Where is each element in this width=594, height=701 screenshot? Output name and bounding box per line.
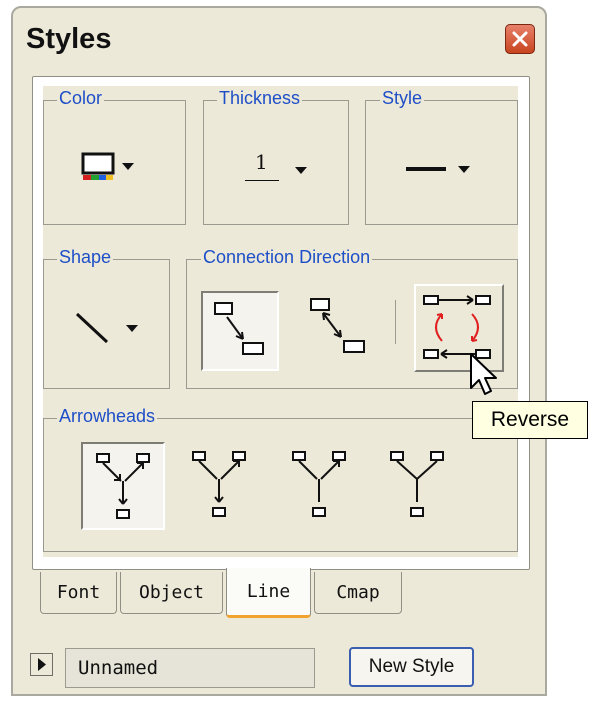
triangle-right-icon	[38, 658, 46, 671]
style-name-field[interactable]: Unnamed	[65, 648, 315, 688]
thickness-underline	[245, 180, 279, 181]
direction-forward-icon	[214, 302, 264, 355]
arrowhead-target-only-button[interactable]	[179, 442, 263, 530]
close-button[interactable]	[505, 24, 535, 54]
triangle-down-icon	[295, 167, 307, 174]
title-bar: Styles	[13, 8, 545, 72]
separator	[395, 300, 396, 344]
solid-line-icon	[406, 167, 446, 171]
window-title: Styles	[26, 23, 112, 55]
connection-direction-group-label: Connection Direction	[201, 247, 373, 268]
tab-cmap[interactable]: Cmap	[314, 572, 402, 614]
tab-object[interactable]: Object	[120, 572, 223, 614]
tab-font[interactable]: Font	[40, 572, 117, 614]
color-picker-button[interactable]	[81, 151, 141, 183]
diagonal-line-icon	[75, 312, 109, 344]
new-style-button[interactable]: New Style	[349, 647, 474, 687]
triangle-down-icon	[122, 163, 134, 170]
arrowhead-none-icon	[390, 451, 444, 517]
direction-forward-button[interactable]	[201, 291, 279, 371]
shape-dropdown[interactable]	[73, 308, 151, 348]
styles-window: Styles Color Thickness 1 Style Shape Con…	[11, 6, 547, 696]
triangle-down-icon	[126, 325, 138, 332]
shape-group-label: Shape	[57, 247, 114, 268]
color-picker-icon	[81, 152, 115, 180]
expand-button[interactable]	[30, 653, 53, 676]
line-style-dropdown[interactable]	[406, 154, 476, 184]
thickness-dropdown[interactable]: 1	[243, 150, 313, 184]
arrowhead-both-ends-icon	[96, 453, 150, 519]
direction-backward-icon	[310, 298, 365, 353]
thickness-value: 1	[255, 150, 268, 174]
arrowhead-source-only-button[interactable]	[279, 442, 363, 530]
arrowhead-target-only-icon	[192, 451, 246, 517]
arrowhead-both-ends-button[interactable]	[81, 442, 165, 530]
close-icon	[512, 31, 528, 47]
reverse-tooltip: Reverse	[472, 401, 588, 439]
thickness-group-label: Thickness	[217, 88, 303, 109]
arrowheads-group-label: Arrowheads	[57, 406, 158, 427]
line-tab-panel: Color Thickness 1 Style Shape Connection…	[32, 76, 530, 570]
arrowhead-source-only-icon	[292, 451, 346, 517]
triangle-down-icon	[458, 166, 470, 173]
mouse-pointer-icon	[470, 353, 497, 395]
tab-line[interactable]: Line	[226, 568, 311, 618]
direction-backward-button[interactable]	[293, 291, 373, 371]
style-group-label: Style	[380, 88, 425, 109]
color-group-label: Color	[57, 88, 105, 109]
arrowhead-none-button[interactable]	[377, 442, 461, 530]
